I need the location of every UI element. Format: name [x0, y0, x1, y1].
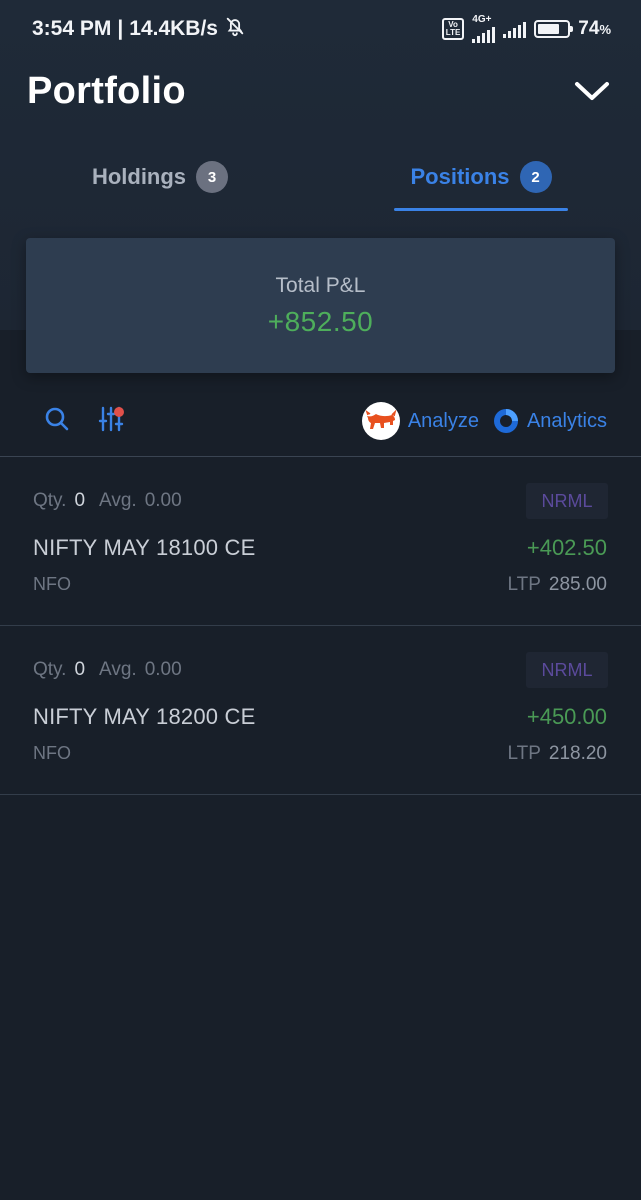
- tab-positions[interactable]: Positions 2: [394, 146, 568, 208]
- position-row[interactable]: Qty. 0 Avg. 0.00 NRML NIFTY MAY 18100 CE…: [0, 457, 641, 626]
- position-row[interactable]: Qty. 0 Avg. 0.00 NRML NIFTY MAY 18200 CE…: [0, 626, 641, 795]
- screen: 3:54 PM | 14.4KB/s Vo LTE 4G+ 74% Portfo…: [0, 0, 641, 1200]
- status-separator: |: [117, 17, 124, 40]
- qty-label: Qty.: [33, 490, 67, 511]
- positions-toolbar: Analyze Analytics: [0, 398, 641, 444]
- status-left: 3:54 PM | 14.4KB/s: [32, 15, 246, 43]
- network-type: 4G+: [472, 14, 492, 25]
- product-badge: NRML: [526, 483, 608, 519]
- instrument-symbol: NIFTY MAY 18100 CE: [33, 535, 256, 560]
- position-pnl: +402.50: [526, 535, 607, 560]
- position-qty-avg: Qty. 0 Avg. 0.00: [33, 659, 182, 681]
- total-pnl-value: +852.50: [267, 305, 374, 337]
- volte-line2: LTE: [445, 28, 461, 37]
- page-title: Portfolio: [27, 69, 186, 112]
- ltp-value: 285.00: [548, 574, 607, 595]
- tab-positions-label: Positions: [410, 164, 510, 189]
- portfolio-tabs: Holdings 3 Positions 2: [0, 150, 641, 212]
- bull-logo-icon: [361, 402, 400, 440]
- exchange-label: NFO: [33, 743, 71, 763]
- positions-list: Qty. 0 Avg. 0.00 NRML NIFTY MAY 18100 CE…: [0, 457, 641, 795]
- total-pnl-card: Total P&L +852.50: [26, 238, 615, 373]
- avg-label: Avg.: [99, 490, 137, 511]
- battery-fill: [538, 24, 560, 34]
- tab-holdings-count-badge: 3: [196, 161, 229, 193]
- chevron-down-icon[interactable]: [572, 71, 612, 111]
- active-tab-indicator: [394, 208, 568, 211]
- battery-percent-value: 74: [578, 18, 600, 39]
- signal-bars-icon: [472, 25, 496, 43]
- avg-value: 0.00: [144, 659, 182, 680]
- toolbar-left: [44, 405, 128, 438]
- volte-icon: Vo LTE: [441, 18, 465, 40]
- bell-muted-icon: [224, 15, 246, 43]
- analyze-button[interactable]: Analyze: [361, 402, 479, 440]
- exchange-label: NFO: [33, 574, 71, 594]
- position-qty-avg: Qty. 0 Avg. 0.00: [33, 490, 182, 512]
- battery-icon: [534, 20, 574, 38]
- filter-sliders-icon[interactable]: [98, 405, 128, 438]
- status-bar: 3:54 PM | 14.4KB/s Vo LTE 4G+ 74%: [0, 0, 641, 58]
- ltp-label: LTP: [507, 574, 541, 595]
- battery-percent-unit: %: [599, 22, 611, 37]
- ltp: LTP 218.20: [507, 743, 607, 765]
- tab-holdings-label: Holdings: [91, 164, 187, 189]
- avg-label: Avg.: [99, 659, 137, 680]
- ltp-label: LTP: [507, 743, 541, 764]
- ltp-value: 218.20: [548, 743, 607, 764]
- total-pnl-label: Total P&L: [275, 273, 366, 297]
- tab-holdings[interactable]: Holdings 3: [85, 146, 235, 208]
- qty-value: 0: [74, 490, 86, 511]
- analytics-label: Analytics: [526, 409, 607, 432]
- qty-label: Qty.: [33, 659, 67, 680]
- page-header: Portfolio: [27, 68, 612, 114]
- mobile-signal-1: 4G+: [472, 14, 496, 43]
- tab-positions-count-badge: 2: [519, 161, 552, 193]
- instrument-symbol: NIFTY MAY 18200 CE: [33, 704, 256, 729]
- avg-value: 0.00: [144, 490, 182, 511]
- product-badge: NRML: [526, 652, 608, 688]
- ltp: LTP 285.00: [507, 574, 607, 596]
- status-time: 3:54 PM: [32, 17, 112, 40]
- qty-value: 0: [74, 659, 86, 680]
- analytics-button[interactable]: Analytics: [493, 408, 607, 434]
- toolbar-right: Analyze Analytics: [361, 402, 607, 440]
- status-speed: 14.4KB/s: [129, 17, 218, 40]
- status-right: Vo LTE 4G+ 74%: [441, 14, 611, 43]
- battery-percent: 74%: [578, 18, 611, 40]
- analytics-ring-icon: [493, 408, 519, 434]
- signal-bars-2-icon: [503, 20, 527, 38]
- search-icon[interactable]: [44, 406, 70, 437]
- analyze-label: Analyze: [407, 409, 479, 432]
- position-pnl: +450.00: [526, 704, 607, 729]
